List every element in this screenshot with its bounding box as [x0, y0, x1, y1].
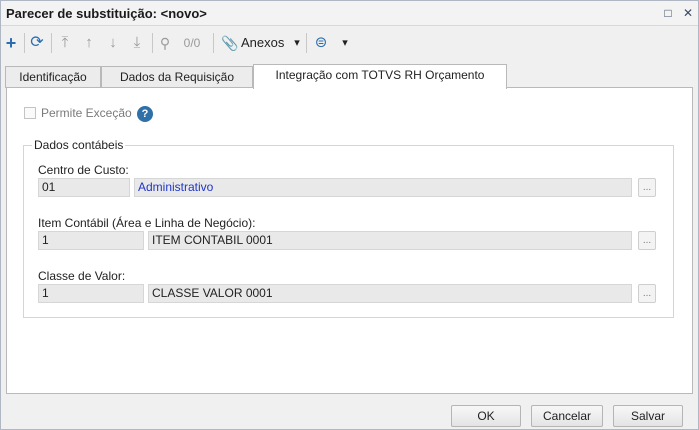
- ok-button[interactable]: OK: [451, 405, 521, 427]
- group-title: Dados contábeis: [32, 138, 126, 152]
- options-dropdown-icon[interactable]: ▾: [339, 33, 351, 53]
- permite-excecao-checkbox[interactable]: [24, 107, 36, 119]
- move-bottom-icon[interactable]: ⤓: [129, 33, 145, 53]
- classe-de-valor-lookup-button[interactable]: ...: [638, 284, 656, 303]
- attachments-button[interactable]: Anexos: [241, 33, 289, 53]
- toolbar: + ⟳ ⤒ ↑ ↓ ⤓ ⚲ 0/0 📎 Anexos ▾ ⊜ ▾: [1, 27, 698, 59]
- toolbar-separator: [152, 33, 153, 53]
- plus-icon[interactable]: +: [3, 33, 19, 53]
- tab-integracao-totvs-rh[interactable]: Integração com TOTVS RH Orçamento: [253, 64, 507, 89]
- tab-bar: Identificação Dados da Requisição Integr…: [1, 64, 698, 89]
- item-contabil-label: Item Contábil (Área e Linha de Negócio):: [38, 216, 256, 230]
- centro-de-custo-label: Centro de Custo:: [38, 163, 129, 177]
- item-contabil-code-field[interactable]: 1: [38, 231, 144, 250]
- dialog-window: Parecer de substituição: <novo> □ ✕ + ⟳ …: [0, 0, 699, 430]
- item-contabil-description-field[interactable]: ITEM CONTABIL 0001: [148, 231, 632, 250]
- close-icon[interactable]: ✕: [681, 6, 695, 20]
- window-title: Parecer de substituição: <novo>: [6, 6, 207, 21]
- classe-de-valor-description-field[interactable]: CLASSE VALOR 0001: [148, 284, 632, 303]
- paperclip-icon[interactable]: 📎: [221, 33, 238, 53]
- toolbar-separator: [51, 33, 52, 53]
- attachments-dropdown-icon[interactable]: ▾: [291, 33, 303, 53]
- tab-panel: Permite Exceção ? Dados contábeis Centro…: [6, 87, 693, 394]
- cancel-button[interactable]: Cancelar: [531, 405, 603, 427]
- search-icon[interactable]: ⚲: [156, 33, 174, 53]
- move-down-icon[interactable]: ↓: [105, 33, 121, 53]
- tab-dados-da-requisicao[interactable]: Dados da Requisição: [101, 66, 253, 88]
- toolbar-separator: [213, 33, 214, 53]
- item-contabil-lookup-button[interactable]: ...: [638, 231, 656, 250]
- move-top-icon[interactable]: ⤒: [57, 33, 73, 53]
- refresh-icon[interactable]: ⟳: [28, 33, 46, 53]
- centro-de-custo-code-field[interactable]: 01: [38, 178, 130, 197]
- classe-de-valor-label: Classe de Valor:: [38, 269, 126, 283]
- save-button[interactable]: Salvar: [613, 405, 683, 427]
- title-bar: Parecer de substituição: <novo> □ ✕: [1, 1, 698, 26]
- tab-identificacao[interactable]: Identificação: [5, 66, 101, 88]
- record-counter: 0/0: [183, 36, 201, 50]
- toolbar-separator: [24, 33, 25, 53]
- toolbar-separator: [306, 33, 307, 53]
- help-icon[interactable]: ?: [137, 106, 153, 122]
- dados-contabeis-group: Dados contábeis Centro de Custo: 01 Admi…: [23, 138, 674, 318]
- centro-de-custo-description-field[interactable]: Administrativo: [134, 178, 632, 197]
- centro-de-custo-lookup-button[interactable]: ...: [638, 178, 656, 197]
- permite-excecao-label: Permite Exceção: [41, 106, 132, 120]
- classe-de-valor-code-field[interactable]: 1: [38, 284, 144, 303]
- move-up-icon[interactable]: ↑: [81, 33, 97, 53]
- restore-icon[interactable]: □: [661, 6, 675, 20]
- options-icon[interactable]: ⊜: [313, 33, 329, 53]
